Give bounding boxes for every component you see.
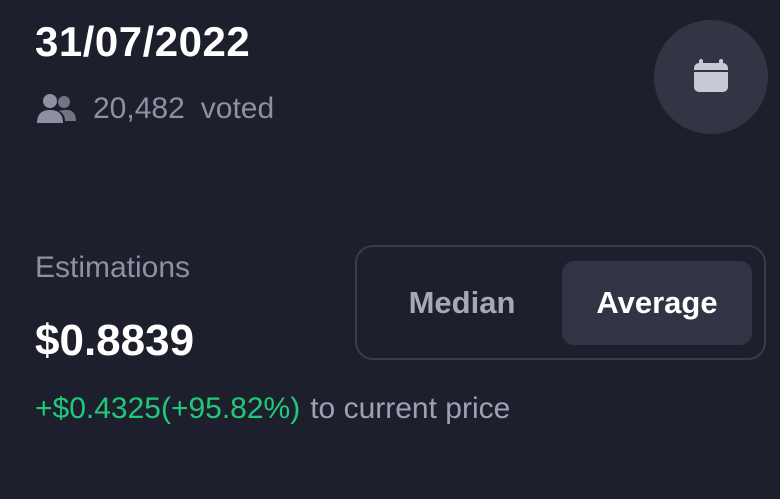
price-estimation-panel: 31/07/2022 20,482 voted Estimations $0.8…	[0, 0, 780, 499]
calendar-icon	[691, 55, 731, 100]
toggle-option-median[interactable]: Median	[367, 261, 557, 345]
price-delta: +$0.4325(+95.82%)	[35, 392, 301, 425]
users-icon	[35, 92, 77, 126]
estimations-label: Estimations	[35, 251, 191, 284]
votes-count: 20,482	[93, 92, 185, 125]
price-delta-suffix: to current price	[310, 392, 511, 425]
price-delta-line: +$0.4325(+95.82%) to current price	[35, 392, 510, 426]
toggle-option-average[interactable]: Average	[562, 261, 752, 345]
median-average-toggle: Median Average	[355, 245, 766, 360]
estimation-date: 31/07/2022	[35, 18, 251, 65]
votes-label: voted	[200, 92, 275, 125]
estimated-price: $0.8839	[35, 316, 195, 365]
votes-summary: 20,482 voted	[35, 92, 274, 126]
calendar-button[interactable]	[654, 20, 768, 134]
